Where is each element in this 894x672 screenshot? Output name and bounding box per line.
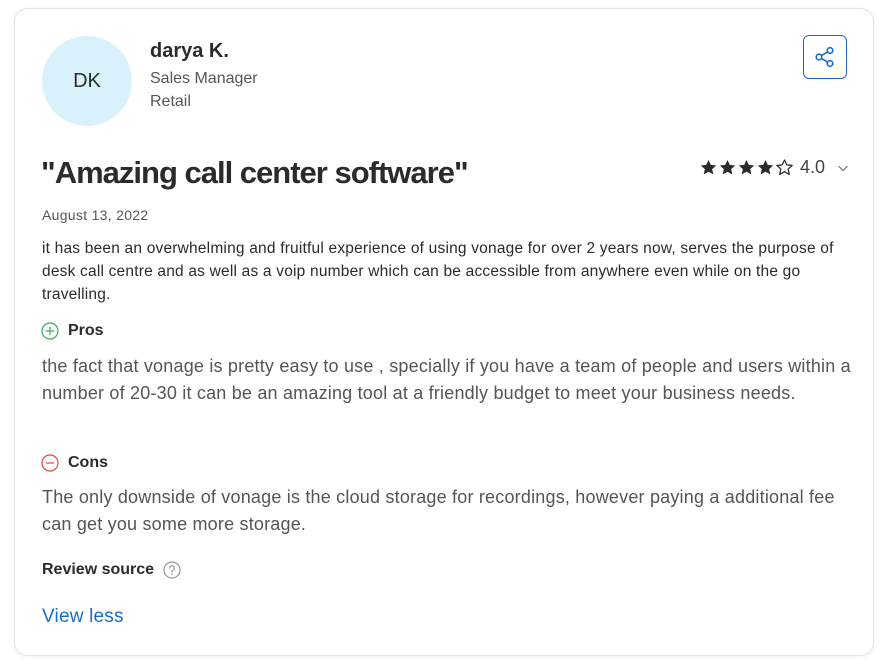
minus-circle-icon [41,454,59,472]
avatar: DK [42,36,132,126]
star-full-icon [738,159,755,175]
star-full-icon [757,159,774,175]
pros-header: Pros [41,322,104,340]
pros-label: Pros [68,322,104,339]
avatar-initials: DK [73,69,101,92]
pros-text: the fact that vonage is pretty easy to u… [42,356,851,403]
reviewer-role: Sales Manager [150,70,258,87]
view-less-link[interactable]: View less [42,606,124,628]
cons-label: Cons [68,454,108,471]
share-icon [815,46,834,68]
reviewer-name: darya K. [150,40,229,62]
review-card: DK darya K. Sales Manager Retail "Amazin… [14,8,874,656]
share-button[interactable] [803,35,847,79]
rating-value: 4.0 [800,157,826,177]
review-summary: it has been an overwhelming and fruitful… [42,240,834,303]
review-date: August 13, 2022 [42,207,149,223]
chevron-down-icon [838,165,849,171]
review-title: "Amazing call center software" [41,155,469,190]
cons-header: Cons [41,454,108,472]
review-source-label: Review source [42,561,155,578]
plus-circle-icon [41,322,59,340]
star-full-icon [719,159,736,175]
review-source: Review source [42,561,181,579]
star-full-icon [700,159,717,175]
cons-text: The only downside of vonage is the cloud… [42,487,835,534]
star-empty-icon [776,159,793,176]
reviewer-industry: Retail [150,93,191,110]
rating-summary[interactable]: 4.0 [699,157,849,178]
help-icon[interactable] [163,561,181,579]
